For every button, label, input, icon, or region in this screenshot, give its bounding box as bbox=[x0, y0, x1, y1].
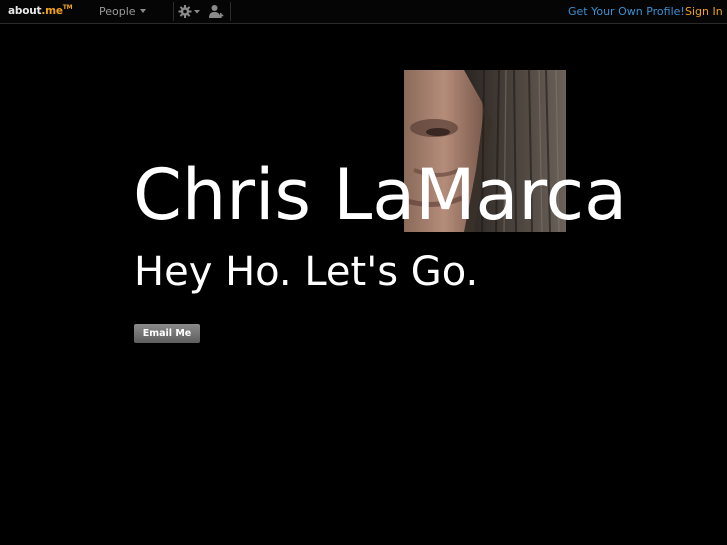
divider bbox=[173, 2, 174, 21]
email-me-button[interactable]: Email Me bbox=[134, 324, 200, 343]
logo-trademark: TM bbox=[62, 4, 73, 11]
divider bbox=[230, 2, 231, 21]
sign-in-link[interactable]: Sign In bbox=[685, 5, 723, 18]
add-user-icon bbox=[209, 5, 224, 18]
profile-name: Chris LaMarca bbox=[133, 154, 627, 236]
gear-icon bbox=[178, 5, 200, 18]
settings-menu[interactable] bbox=[178, 4, 202, 19]
profile-headline: Hey Ho. Let's Go. bbox=[134, 249, 479, 295]
chevron-down-icon bbox=[139, 9, 146, 13]
logo-me: .me bbox=[41, 5, 63, 17]
top-navigation-bar: about.meTM People Get Your Own Profile! … bbox=[0, 0, 727, 24]
people-menu[interactable]: People bbox=[99, 5, 146, 18]
people-label: People bbox=[99, 5, 136, 18]
add-user-button[interactable] bbox=[208, 4, 224, 19]
logo-text: about bbox=[8, 5, 42, 17]
aboutme-logo[interactable]: about.meTM bbox=[8, 4, 73, 17]
get-your-own-profile-link[interactable]: Get Your Own Profile! bbox=[568, 5, 685, 18]
